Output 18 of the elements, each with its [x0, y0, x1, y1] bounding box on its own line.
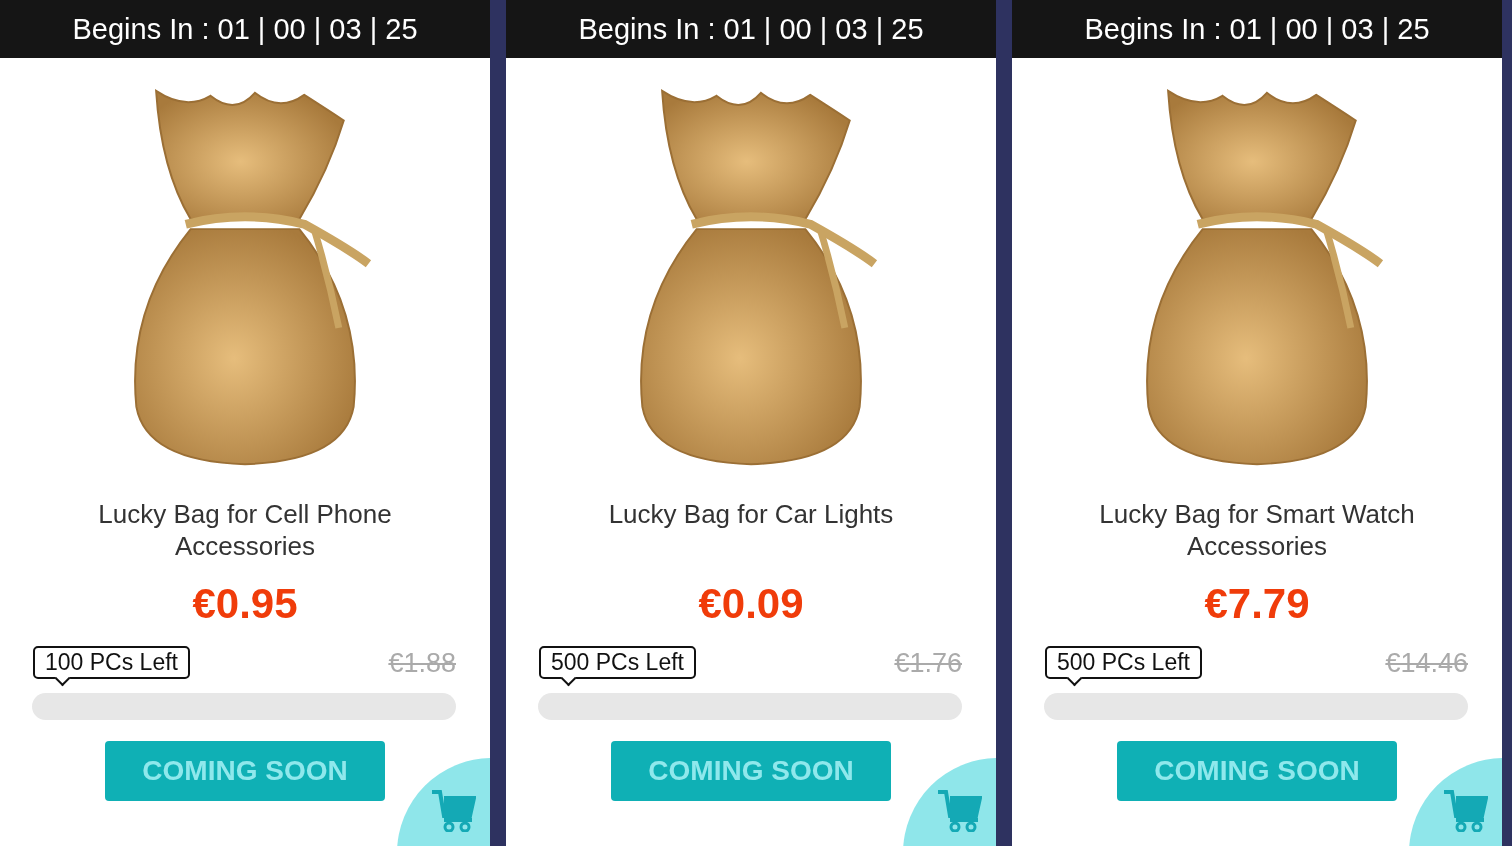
product-title[interactable]: Lucky Bag for Smart Watch Accessories [1067, 498, 1447, 582]
cart-icon [938, 788, 982, 832]
stock-label: 500 PCs Left [1045, 646, 1202, 679]
countdown-bar: Begins In : 01 | 00 | 03 | 25 [1012, 0, 1502, 58]
sale-price: €7.79 [1204, 582, 1310, 626]
stock-label: 100 PCs Left [33, 646, 190, 679]
stock-label: 500 PCs Left [539, 646, 696, 679]
original-price: €14.46 [1385, 648, 1468, 679]
cart-icon [1444, 788, 1488, 832]
sale-price: €0.95 [192, 582, 298, 626]
product-title[interactable]: Lucky Bag for Car Lights [561, 498, 941, 582]
original-price: €1.76 [894, 648, 962, 679]
sale-price: €0.09 [698, 582, 804, 626]
countdown-bar: Begins In : 01 | 00 | 03 | 25 [0, 0, 490, 58]
cart-icon [432, 788, 476, 832]
original-price: €1.88 [388, 648, 456, 679]
countdown-bar: Begins In : 01 | 00 | 03 | 25 [506, 0, 996, 58]
product-title[interactable]: Lucky Bag for Cell Phone Accessories [55, 498, 435, 582]
